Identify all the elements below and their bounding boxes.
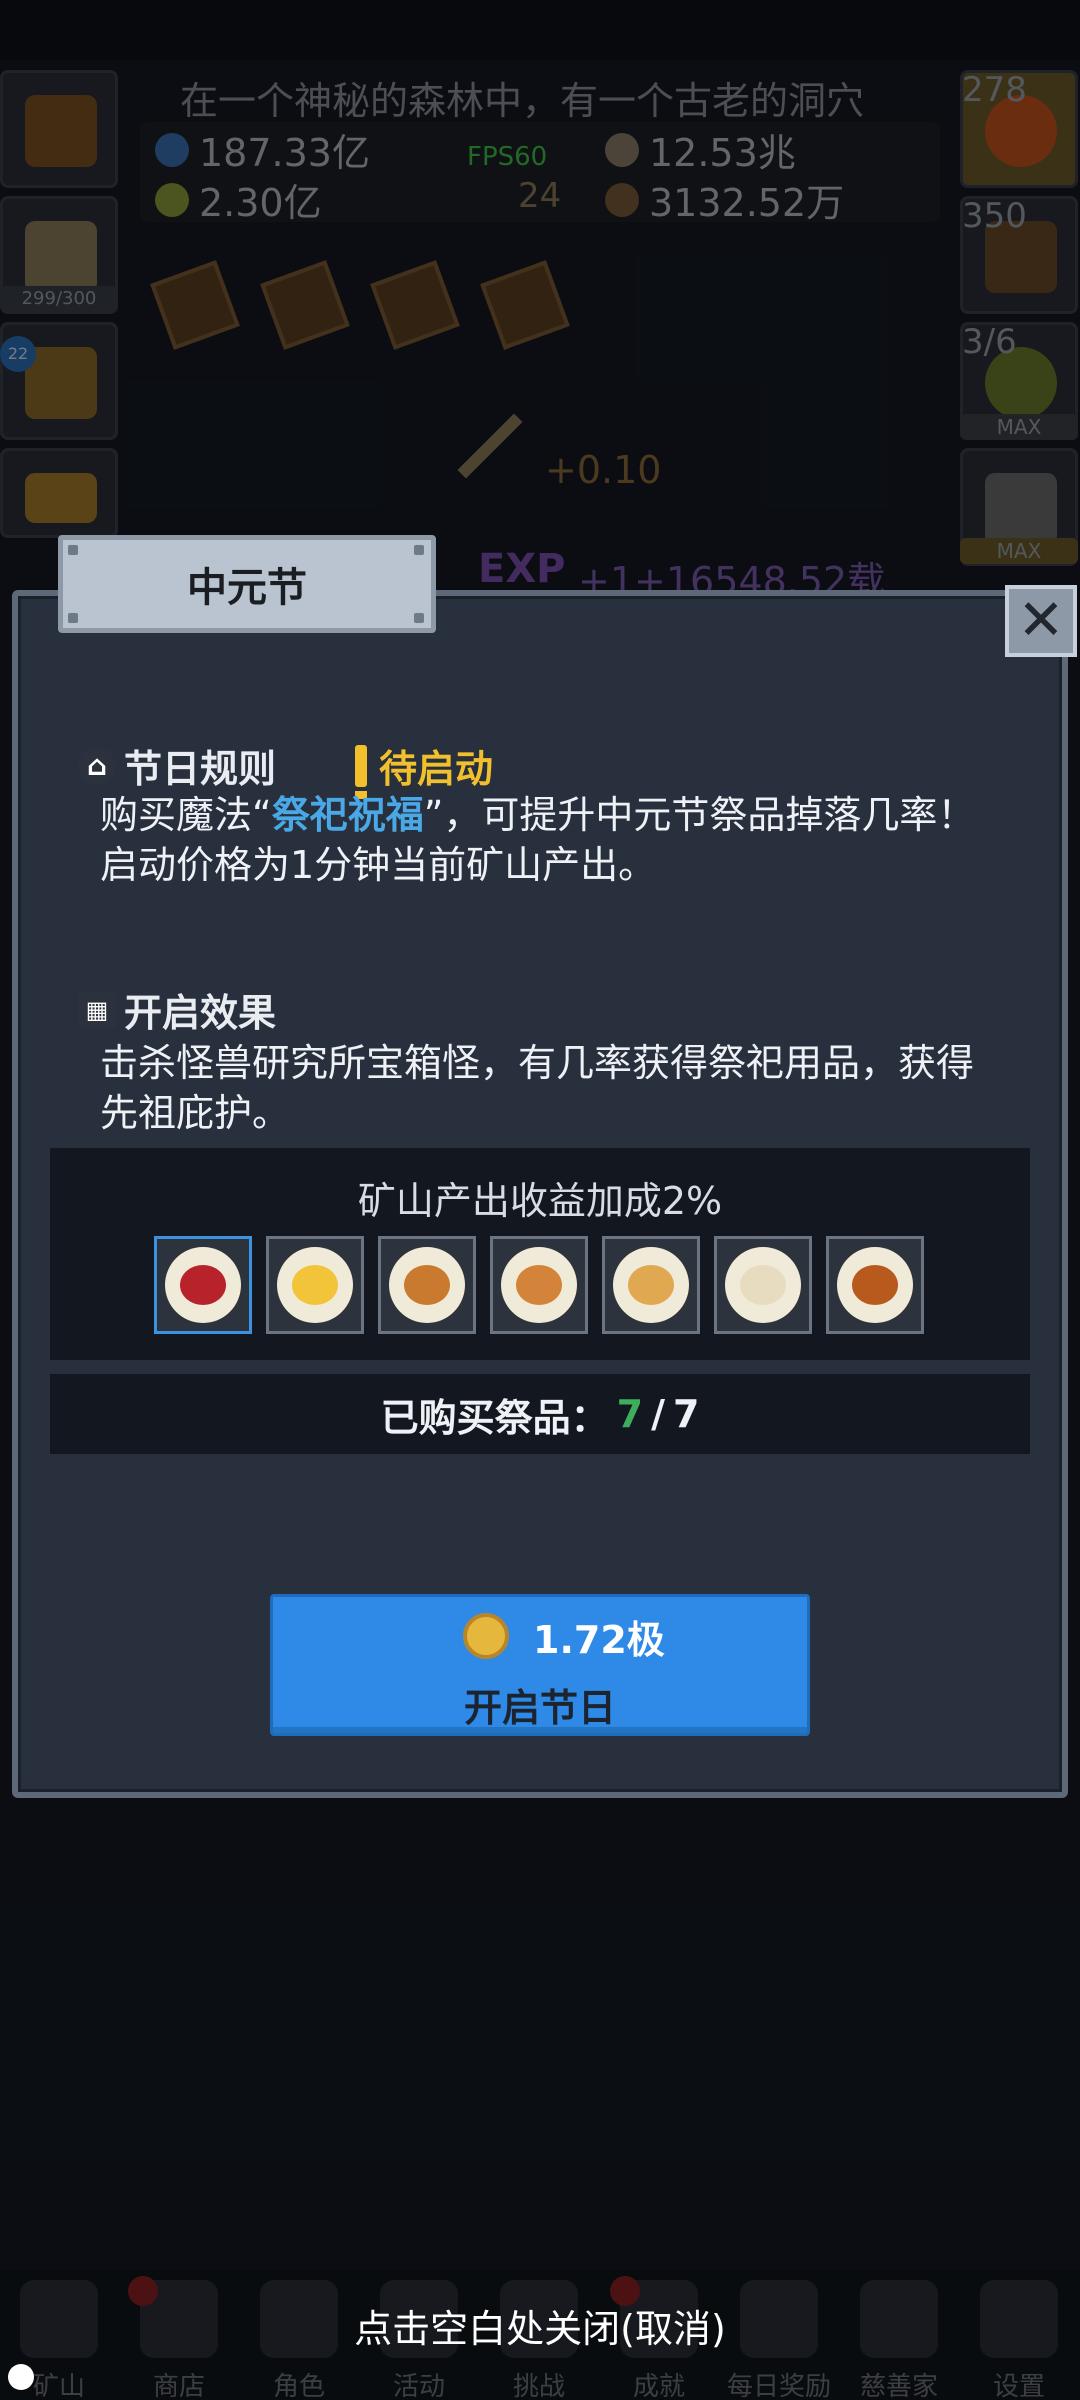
bought-panel: 已购买祭品： 7 / 7 [50, 1374, 1030, 1454]
bought-current: 7 [616, 1392, 644, 1436]
rivet [414, 613, 424, 623]
status-label: 待启动 [379, 747, 494, 791]
rivet [68, 545, 78, 555]
rules-line-1: 购买魔法“祭祀祝福”，可提升中元节祭品掉落几率！ [100, 793, 976, 837]
close-icon: ✕ [1017, 588, 1065, 653]
magic-name: 祭祀祝福 [271, 793, 424, 837]
bought-label: 已购买祭品： [380, 1395, 609, 1440]
noodle-plate-icon [613, 1247, 689, 1323]
dumpling-plate-icon [725, 1247, 801, 1323]
offering-item[interactable] [378, 1236, 476, 1334]
status-pending: 待启动 [355, 738, 494, 799]
rivet [68, 613, 78, 623]
close-button[interactable]: ✕ [1005, 585, 1077, 657]
home-icon: ⌂ [78, 746, 116, 785]
start-festival-button[interactable]: 1.72极 开启节日 [270, 1594, 810, 1736]
bonus-title: 矿山产出收益加成2% [357, 1179, 723, 1223]
apple-plate-icon [165, 1247, 241, 1323]
price-label: 1.72极 [533, 1618, 665, 1662]
effect-line-2: 先祖庇护。 [100, 1091, 291, 1135]
rules-line-2: 启动价格为1分钟当前矿山产出。 [100, 843, 657, 887]
start-label: 开启节日 [463, 1686, 616, 1730]
modal-title-tab: 中元节 [58, 535, 436, 633]
rules-heading-label: 节日规则 [124, 747, 277, 791]
effect-heading: ▦ 开启效果 [78, 982, 276, 1037]
coin-icon [463, 1613, 509, 1659]
effect-heading-label: 开启效果 [124, 991, 277, 1035]
offering-item[interactable] [266, 1236, 364, 1334]
effect-line-1: 击杀怪兽研究所宝箱怪，有几率获得祭祀用品，获得 [100, 1041, 975, 1085]
offering-item[interactable] [602, 1236, 700, 1334]
corner-dot [8, 2364, 34, 2390]
bonus-panel: 矿山产出收益加成2% [50, 1148, 1030, 1360]
offering-item[interactable] [154, 1236, 252, 1334]
exclamation-icon [355, 744, 367, 799]
offering-item[interactable] [714, 1236, 812, 1334]
bought-total: 7 [672, 1392, 700, 1436]
bought-sep: / [651, 1392, 665, 1436]
donut-plate-icon [389, 1247, 465, 1323]
banana-plate-icon [277, 1247, 353, 1323]
offering-items [154, 1236, 924, 1334]
modal-title: 中元节 [187, 565, 307, 611]
rules-heading: ⌂ 节日规则 [78, 738, 276, 793]
grid-icon: ▦ [78, 990, 116, 1029]
roast-chicken-plate-icon [837, 1247, 913, 1323]
offering-item[interactable] [490, 1236, 588, 1334]
offering-item[interactable] [826, 1236, 924, 1334]
close-hint: 点击空白处关闭(取消) [354, 2307, 726, 2351]
rivet [414, 545, 424, 555]
bun-plate-icon [501, 1247, 577, 1323]
